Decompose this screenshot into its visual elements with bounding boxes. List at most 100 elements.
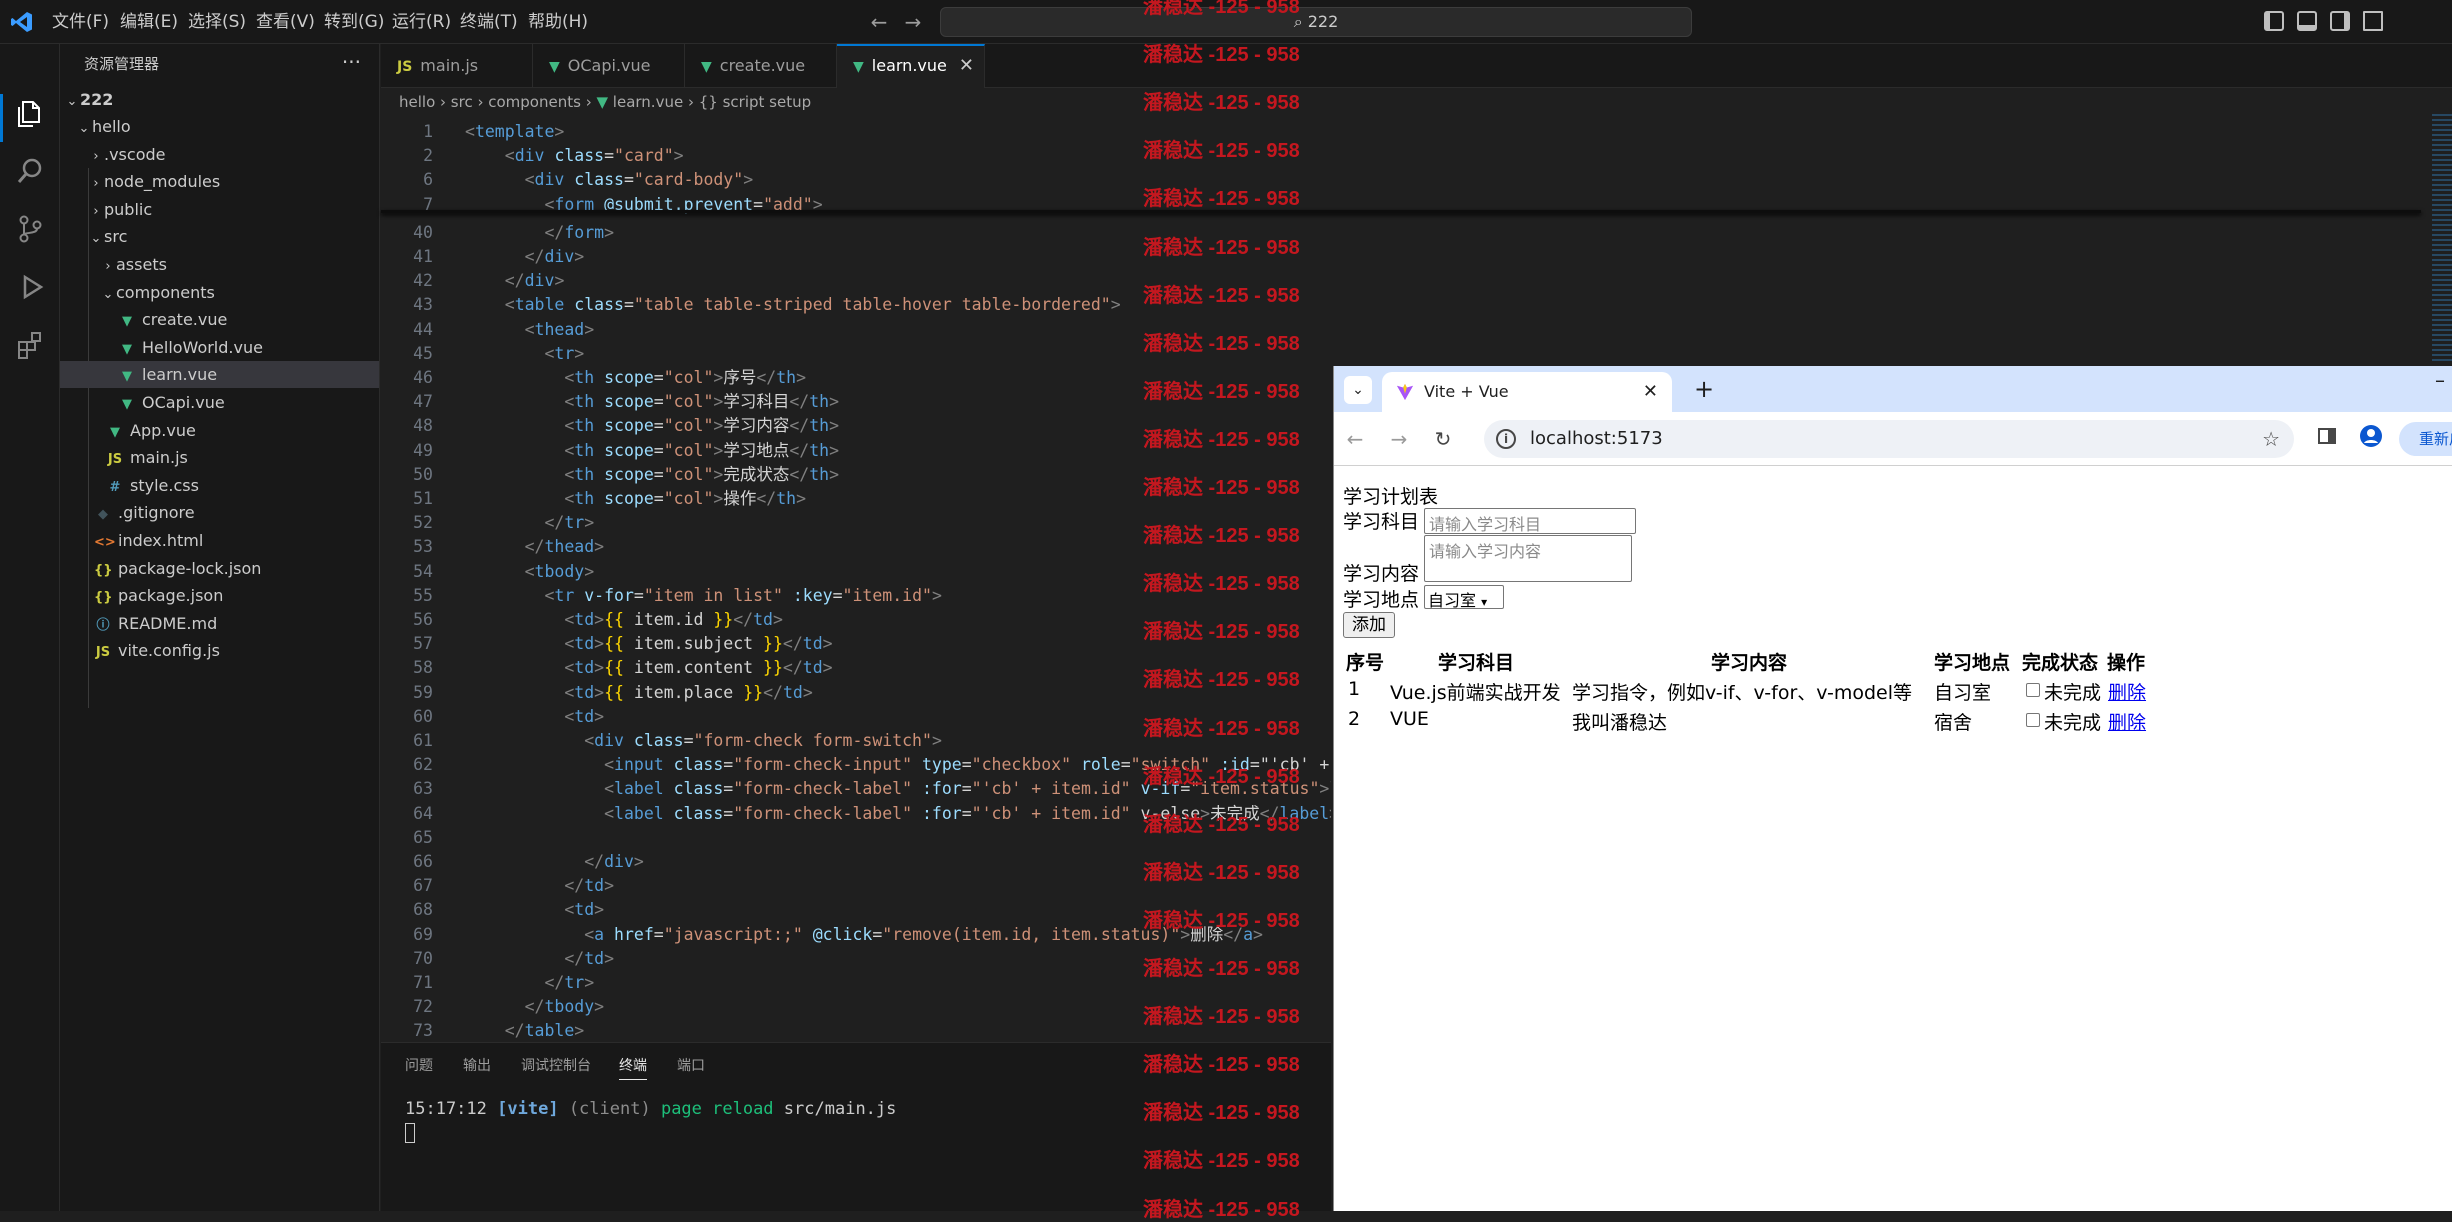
menu-item[interactable]: 编辑(E) (120, 0, 178, 44)
line-number: 63 (413, 779, 433, 799)
tree-item-index-html[interactable]: <> index.html (60, 527, 379, 554)
explorer-icon[interactable] (10, 98, 50, 138)
menu-item[interactable]: 文件(F) (52, 0, 109, 44)
command-center-search[interactable]: ⌕ 222 (940, 7, 1692, 37)
delete-link[interactable]: 删除 (2108, 678, 2146, 705)
tree-item--gitignore[interactable]: ◆ .gitignore (60, 499, 379, 526)
breadcrumb-item[interactable]: components (488, 93, 581, 111)
panel-tab[interactable]: 输出 (463, 1055, 491, 1075)
table-header: 学习内容 (1711, 652, 1788, 674)
tree-item-label: public (104, 199, 153, 219)
tree-item-public[interactable]: › public (60, 196, 379, 223)
line-number: 64 (413, 803, 433, 823)
toggle-secondary-sidebar-icon[interactable] (2330, 11, 2350, 31)
back-arrow-icon[interactable]: ← (866, 8, 892, 36)
tree-item-helloworld-vue[interactable]: ▼ HelloWorld.vue (60, 334, 379, 361)
close-icon[interactable]: ✕ (959, 46, 974, 86)
breadcrumb-item[interactable]: {} script setup (699, 93, 811, 111)
toggle-sidebar-icon[interactable] (2264, 11, 2284, 31)
extensions-icon[interactable] (10, 330, 50, 370)
subject-input[interactable]: 请输入学习科目 (1424, 508, 1636, 534)
profile-avatar-icon[interactable] (2356, 424, 2386, 454)
menu-item[interactable]: 选择(S) (188, 0, 246, 44)
line-number: 55 (413, 585, 433, 605)
vue-file-icon: ▼ (110, 424, 120, 440)
tree-item-label: main.js (130, 448, 188, 468)
activity-bar (0, 44, 60, 1211)
reload-icon[interactable]: ↻ (1428, 424, 1458, 454)
minimap[interactable] (2432, 114, 2452, 364)
chevron-right-icon: › (472, 93, 489, 111)
tree-item-node-modules[interactable]: › node_modules (60, 168, 379, 195)
tab-ocapi-vue[interactable]: ▼ OCapi.vue (533, 44, 685, 88)
status-checkbox[interactable] (2026, 713, 2040, 727)
add-button[interactable]: 添加 (1343, 612, 1395, 638)
breadcrumb-item[interactable]: hello (399, 93, 435, 111)
tree-item-src[interactable]: ⌄ src (60, 223, 379, 250)
customize-layout-icon[interactable] (2363, 11, 2383, 31)
menu-item[interactable]: 终端(T) (460, 0, 518, 44)
terminal-cursor (405, 1123, 415, 1143)
close-tab-icon[interactable]: ✕ (1643, 372, 1658, 412)
tree-item-components[interactable]: ⌄ components (60, 279, 379, 306)
toggle-panel-icon[interactable] (2297, 11, 2317, 31)
tree-item-assets[interactable]: › assets (60, 251, 379, 278)
line-number: 73 (413, 1021, 433, 1041)
menu-item[interactable]: 运行(R) (392, 0, 451, 44)
line-text: <div class="card-body"> (524, 170, 754, 190)
workspace-root[interactable]: ⌄ 222 (60, 86, 379, 113)
minimize-icon[interactable]: – (2435, 368, 2445, 392)
menu-item[interactable]: 查看(V) (256, 0, 315, 44)
side-panel-icon[interactable] (2312, 424, 2342, 454)
tree-item-vite-config-js[interactable]: JS vite.config.js (60, 637, 379, 664)
tab-search-icon[interactable]: ⌄ (1344, 376, 1372, 404)
tree-item-learn-vue[interactable]: ▼ learn.vue (60, 361, 379, 389)
search-icon[interactable] (10, 156, 50, 196)
line-number: 48 (413, 416, 433, 436)
panel-tab[interactable]: 终端 (619, 1055, 647, 1080)
tree-item-hello[interactable]: ⌄ hello (60, 113, 379, 140)
run-debug-icon[interactable] (10, 272, 50, 312)
menu-item[interactable]: 帮助(H) (528, 0, 588, 44)
tree-item-label: App.vue (130, 420, 196, 440)
more-actions-icon[interactable]: ··· (342, 44, 361, 84)
place-select[interactable]: 自习室 ▾ (1424, 585, 1504, 609)
source-control-icon[interactable] (10, 214, 50, 254)
new-tab-icon[interactable]: + (1689, 372, 1719, 406)
tab-main-js[interactable]: JS main.js (381, 44, 533, 88)
tab-create-vue[interactable]: ▼ create.vue (685, 44, 837, 88)
tree-item-style-css[interactable]: # style.css (60, 472, 379, 499)
tree-item-package-json[interactable]: {} package.json (60, 582, 379, 609)
line-number: 54 (413, 561, 433, 581)
relaunch-button[interactable]: 重新启 (2399, 422, 2452, 456)
tree-item-package-lock-json[interactable]: {} package-lock.json (60, 555, 379, 582)
watermark-text: 潘稳达 -125 - 958 (1143, 1054, 1300, 1077)
tree-item--vscode[interactable]: › .vscode (60, 141, 379, 168)
tree-item-create-vue[interactable]: ▼ create.vue (60, 306, 379, 333)
tab-learn-vue[interactable]: ▼ learn.vue ✕ (837, 44, 985, 88)
terminal-output[interactable]: 15:17:12 [vite] (client) page reload src… (405, 1099, 896, 1119)
json-file-icon: {} (94, 562, 113, 578)
back-icon[interactable]: ← (1340, 424, 1370, 454)
browser-tab[interactable]: Vite + Vue ✕ (1382, 372, 1672, 412)
tree-item-readme-md[interactable]: ⓘ README.md (60, 610, 379, 637)
forward-icon[interactable]: → (1384, 424, 1414, 454)
breadcrumb-item[interactable]: learn.vue (613, 93, 683, 111)
status-checkbox[interactable] (2026, 683, 2040, 697)
site-info-icon[interactable]: i (1496, 429, 1516, 449)
content-textarea[interactable]: 请输入学习内容 (1424, 535, 1632, 582)
panel-tab[interactable]: 调试控制台 (521, 1055, 591, 1075)
menu-item[interactable]: 转到(G) (324, 0, 384, 44)
tree-item-main-js[interactable]: JS main.js (60, 444, 379, 471)
panel-tab[interactable]: 端口 (677, 1055, 705, 1075)
vscode-logo-icon (10, 10, 34, 34)
address-bar[interactable]: i localhost:5173 ☆ (1484, 420, 2294, 458)
tree-item-app-vue[interactable]: ▼ App.vue (60, 417, 379, 444)
panel-tab[interactable]: 问题 (405, 1055, 433, 1075)
line-number: 65 (413, 827, 433, 847)
breadcrumb-item[interactable]: src (451, 93, 473, 111)
tree-item-ocapi-vue[interactable]: ▼ OCapi.vue (60, 389, 379, 416)
forward-arrow-icon[interactable]: → (900, 8, 926, 36)
delete-link[interactable]: 删除 (2108, 708, 2146, 735)
bookmark-star-icon[interactable]: ☆ (2262, 420, 2280, 458)
